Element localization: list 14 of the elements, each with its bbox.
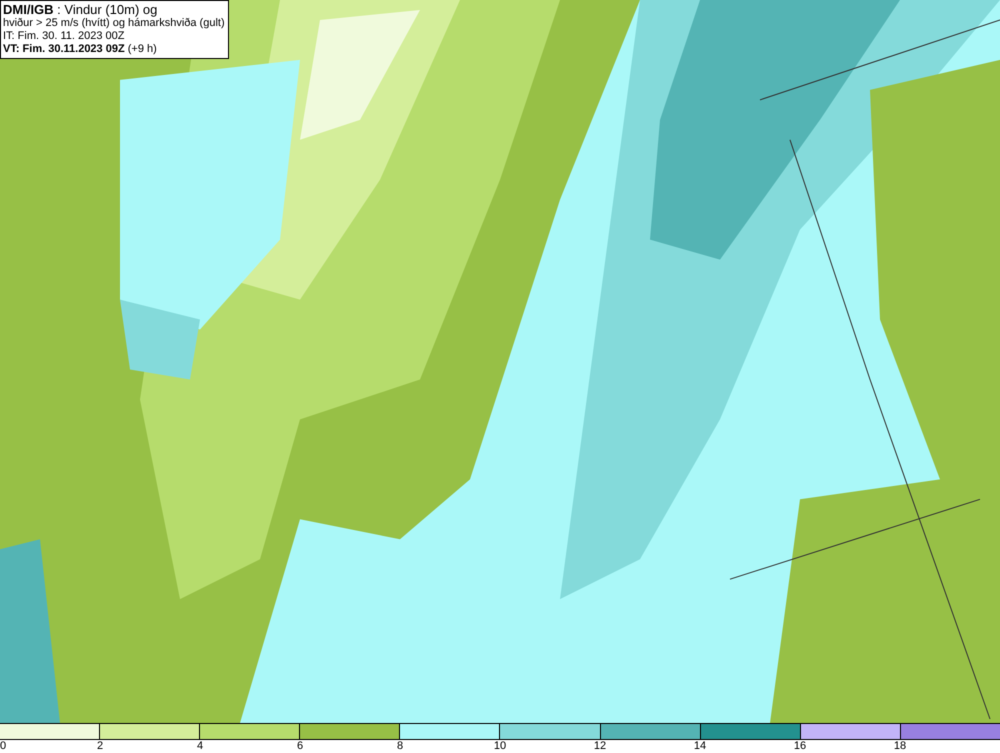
legend-text: VT: Fim. 30.11.2023 09Z (+9 h)	[3, 43, 158, 56]
scale-label: 18	[894, 740, 906, 753]
scale-label: 16	[794, 740, 806, 753]
scale-label: 0	[0, 740, 6, 753]
scale-label: 12	[594, 740, 606, 753]
scale-label: 6	[296, 740, 304, 753]
legend-text: IT: Fim. 30. 11. 2023 00Z	[3, 30, 126, 43]
scale-label: 2	[96, 740, 104, 753]
scale-label: 8	[396, 740, 404, 753]
scale-label: 10	[494, 740, 506, 753]
scale-label: 14	[694, 740, 706, 753]
scale-label: 4	[196, 740, 204, 753]
legend-text: hviður > 25 m/s (hvítt) og hámarkshviða (gult)	[3, 17, 226, 30]
legend-text: DMI/IGB : Vindur (10m) og	[3, 2, 158, 17]
